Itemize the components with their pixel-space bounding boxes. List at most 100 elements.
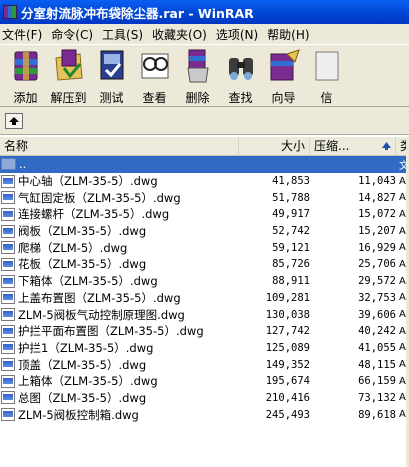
file-name: 上盖布置图（ZLM-35-5）.dwg (18, 290, 181, 305)
file-packed-size: 39,606 (358, 308, 396, 321)
file-packed-size: 73,132 (358, 391, 396, 404)
add-button[interactable]: 添加 (4, 45, 47, 106)
file-size: 127,742 (265, 325, 310, 338)
file-name: 连接螺杆（ZLM-35-5）.dwg (18, 207, 170, 222)
file-row[interactable]: ZLM-5阀板控制箱.dwg245,49389,618Au (0, 406, 409, 423)
file-size: 85,726 (272, 258, 310, 271)
path-bar (0, 107, 409, 135)
file-packed-size: 11,043 (358, 175, 396, 188)
menu-tools[interactable]: 工具(S) (100, 26, 150, 43)
file-row[interactable]: 中心轴（ZLM-35-5）.dwg41,85311,043Au (0, 173, 409, 190)
dwg-file-icon (1, 224, 15, 238)
file-packed-size: 89,618 (358, 408, 396, 421)
view-icon (141, 53, 168, 79)
menu-favorites[interactable]: 收藏夹(O) (150, 26, 214, 43)
file-name: 下箱体（ZLM-35-5）.dwg (18, 274, 158, 289)
menu-help[interactable]: 帮助(H) (265, 26, 316, 43)
file-name: 上箱体（ZLM-35-5）.dwg (18, 374, 158, 389)
dwg-file-icon (1, 408, 15, 422)
up-arrow-icon (9, 117, 19, 125)
window-title: 分室射流脉冲布袋除尘器.rar - WinRAR (21, 5, 254, 21)
file-packed-size: 15,072 (358, 208, 396, 221)
file-size: 109,281 (265, 291, 310, 304)
file-row[interactable]: 上盖布置图（ZLM-35-5）.dwg109,28132,753Au (0, 290, 409, 307)
add-label: 添加 (13, 91, 38, 105)
dwg-file-icon (1, 391, 15, 405)
parent-folder-row[interactable]: .. 文 (0, 156, 409, 173)
dwg-file-icon (1, 308, 15, 322)
file-row[interactable]: 花板（ZLM-35-5）.dwg85,72625,706Au (0, 256, 409, 273)
file-row[interactable]: 爬梯（ZLM-5）.dwg59,12116,929Au (0, 239, 409, 256)
info-button[interactable]: 信 (305, 45, 348, 106)
dwg-file-icon (1, 324, 15, 338)
file-packed-size: 66,159 (358, 375, 396, 388)
winrar-app-icon[interactable] (3, 5, 17, 19)
dwg-file-icon (1, 274, 15, 288)
file-name: ZLM-5阀板控制箱.dwg (18, 407, 139, 422)
test-label: 测试 (99, 91, 124, 105)
file-packed-size: 14,827 (358, 191, 396, 204)
file-row[interactable]: 护拦平面布置图（ZLM-35-5）.dwg127,74240,242Au (0, 323, 409, 340)
dwg-file-icon (1, 374, 15, 388)
column-header: 名称 大小 压缩... 类 (0, 137, 409, 156)
file-row[interactable]: 总图（ZLM-35-5）.dwg210,41673,132Au (0, 390, 409, 407)
dwg-file-icon (1, 358, 15, 372)
extract-to-icon (54, 49, 83, 81)
find-button[interactable]: 查找 (219, 45, 262, 106)
file-packed-size: 41,055 (358, 341, 396, 354)
dwg-file-icon (1, 241, 15, 255)
file-size: 52,742 (272, 225, 310, 238)
find-icon (228, 58, 253, 80)
view-button[interactable]: 查看 (133, 45, 176, 106)
file-size: 245,493 (265, 408, 310, 421)
delete-button[interactable]: 删除 (176, 45, 219, 106)
file-name: 阀板（ZLM-35-5）.dwg (18, 224, 147, 239)
dwg-file-icon (1, 191, 15, 205)
file-packed-size: 40,242 (358, 325, 396, 338)
file-name: 顶盖（ZLM-35-5）.dwg (18, 357, 147, 372)
file-row[interactable]: 气缸固定板（ZLM-35-5）.dwg51,78814,827Au (0, 189, 409, 206)
column-size-header[interactable]: 大小 (239, 137, 310, 156)
title-bar[interactable]: 分室射流脉冲布袋除尘器.rar - WinRAR (0, 0, 409, 24)
extract-to-label: 解压到 (50, 91, 87, 105)
extract-to-button[interactable]: 解压到 (47, 45, 90, 106)
column-name-header[interactable]: 名称 (0, 137, 239, 156)
dwg-file-icon (1, 257, 15, 271)
wizard-label: 向导 (271, 91, 296, 105)
menu-file[interactable]: 文件(F) (0, 26, 49, 43)
file-size: 125,089 (265, 341, 310, 354)
file-row[interactable]: 顶盖（ZLM-35-5）.dwg149,35248,115Au (0, 356, 409, 373)
file-packed-size: 16,929 (358, 241, 396, 254)
file-row[interactable]: 护拦1（ZLM-35-5）.dwg125,08941,055Au (0, 340, 409, 357)
file-row[interactable]: 下箱体（ZLM-35-5）.dwg88,91129,572Au (0, 273, 409, 290)
file-row[interactable]: 连接螺杆（ZLM-35-5）.dwg49,91715,072Au (0, 206, 409, 223)
file-name: ZLM-5阀板气动控制原理图.dwg (18, 307, 185, 322)
file-name: 气缸固定板（ZLM-35-5）.dwg (18, 190, 181, 205)
file-list[interactable]: 名称 大小 压缩... 类 .. 文 中心轴（ZLM-35-5）.dwg 41,8… (0, 137, 409, 467)
sort-ascending-icon (382, 141, 391, 150)
file-row[interactable]: 上箱体（ZLM-35-5）.dwg195,67466,159Au (0, 373, 409, 390)
file-size: 195,674 (265, 375, 310, 388)
file-packed-size: 32,753 (358, 291, 396, 304)
file-size: 59,121 (272, 241, 310, 254)
wizard-button[interactable]: 向导 (262, 45, 305, 106)
file-packed-size: 15,207 (358, 225, 396, 238)
file-size: 130,038 (265, 308, 310, 321)
toolbar: 添加 解压到 测试 查看 删除 查找 向导 信 (0, 44, 409, 107)
file-packed-size: 25,706 (358, 258, 396, 271)
test-button[interactable]: 测试 (90, 45, 133, 106)
dwg-file-icon (1, 207, 15, 221)
delete-label: 删除 (185, 91, 210, 105)
up-folder-button[interactable] (5, 113, 23, 129)
dwg-file-icon (1, 174, 15, 188)
file-name: 总图（ZLM-35-5）.dwg (18, 390, 147, 405)
file-size: 88,911 (272, 275, 310, 288)
menu-options[interactable]: 选项(N) (214, 26, 265, 43)
menu-commands[interactable]: 命令(C) (49, 26, 100, 43)
file-name: 花板（ZLM-35-5）.dwg (18, 257, 147, 272)
column-packed-header[interactable]: 压缩... (310, 137, 396, 156)
file-row[interactable]: ZLM-5阀板气动控制原理图.dwg130,03839,606Au (0, 306, 409, 323)
info-label: 信 (320, 91, 333, 105)
find-label: 查找 (228, 91, 253, 105)
file-row[interactable]: 阀板（ZLM-35-5）.dwg52,74215,207Au (0, 223, 409, 240)
